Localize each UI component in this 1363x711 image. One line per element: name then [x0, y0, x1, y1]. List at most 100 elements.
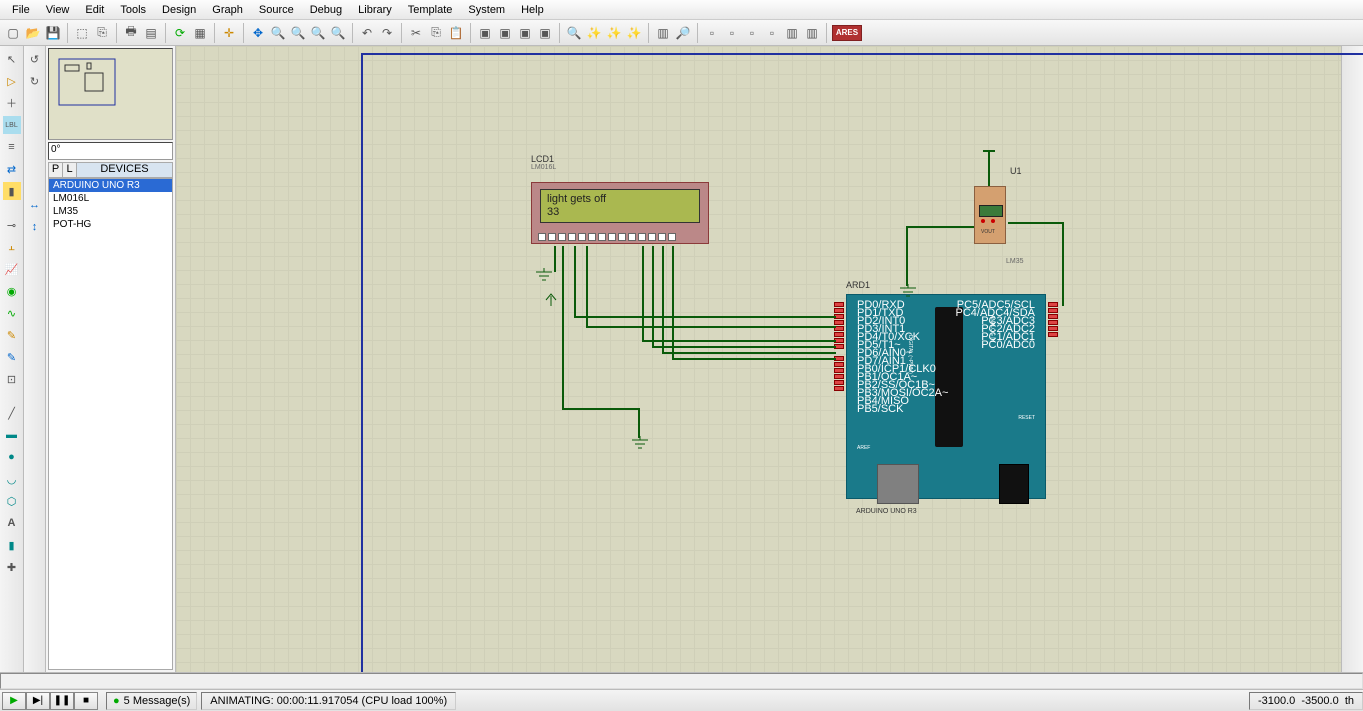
scrollbar-h[interactable] — [0, 672, 1363, 689]
redo-icon[interactable]: ↷ — [378, 24, 396, 42]
sheet2-icon[interactable]: ▫ — [723, 24, 741, 42]
menu-graph[interactable]: Graph — [204, 2, 251, 18]
pick-icon[interactable]: 🔍 — [565, 24, 583, 42]
preview-icon[interactable]: ▤ — [142, 24, 160, 42]
open-icon[interactable]: 📂 — [24, 24, 42, 42]
zoom-area-icon[interactable]: 🔍 — [329, 24, 347, 42]
devices-list[interactable]: ARDUINO UNO R3LM016LLM35POT-HG — [48, 178, 173, 670]
arduino-ref-label: ARD1 — [846, 280, 870, 290]
symbol-icon[interactable]: ▮ — [3, 536, 21, 554]
report-icon[interactable]: ▥ — [783, 24, 801, 42]
menu-edit[interactable]: Edit — [77, 2, 112, 18]
libraries-button[interactable]: L — [63, 163, 77, 177]
menu-debug[interactable]: Debug — [302, 2, 350, 18]
bus-icon[interactable]: ⇄ — [3, 160, 21, 178]
menu-tools[interactable]: Tools — [112, 2, 154, 18]
sheet4-icon[interactable]: ▫ — [763, 24, 781, 42]
undo-icon[interactable]: ↶ — [358, 24, 376, 42]
u1-vout-label: VOUT — [981, 229, 995, 235]
rot-ccw-icon[interactable]: ↺ — [26, 50, 44, 68]
schematic-canvas[interactable]: LCD1 LM016L light gets off 33 ARD1 PD0/R… — [176, 46, 1341, 672]
generator-icon[interactable]: ∿ — [3, 304, 21, 322]
device-item[interactable]: ARDUINO UNO R3 — [49, 179, 172, 192]
device-item[interactable]: POT-HG — [49, 218, 172, 231]
block-del-icon[interactable]: ▣ — [536, 24, 554, 42]
bom-icon[interactable]: ▥ — [803, 24, 821, 42]
zoom-all-icon[interactable]: 🔍 — [309, 24, 327, 42]
wand3-icon[interactable]: ✨ — [625, 24, 643, 42]
marker-icon[interactable]: ✚ — [3, 558, 21, 576]
pan-icon[interactable]: ✥ — [249, 24, 267, 42]
menu-library[interactable]: Library — [350, 2, 400, 18]
mode-toolbar: ↖ ▷ ＋ LBL ≡ ⇄ ▮ ⊸ ⫠ 📈 ◉ ∿ ✎ ✎ ⊡ ╱ ▬ ● ◡ … — [0, 46, 24, 672]
messages-status[interactable]: ●5 Message(s) — [106, 692, 197, 710]
menu-source[interactable]: Source — [251, 2, 302, 18]
path-icon[interactable]: ⬡ — [3, 492, 21, 510]
pause-button[interactable]: ❚❚ — [50, 692, 74, 710]
cut-icon[interactable]: ✂ — [407, 24, 425, 42]
lib-icon[interactable]: ▥ — [654, 24, 672, 42]
graph-icon[interactable]: 📈 — [3, 260, 21, 278]
tape-icon[interactable]: ◉ — [3, 282, 21, 300]
text2-icon[interactable]: A — [3, 514, 21, 532]
menu-design[interactable]: Design — [154, 2, 204, 18]
rot-cw-icon[interactable]: ↻ — [26, 72, 44, 90]
area-icon[interactable]: ⬚ — [73, 24, 91, 42]
block-copy-icon[interactable]: ▣ — [476, 24, 494, 42]
lcd-component[interactable]: light gets off 33 — [531, 182, 709, 244]
save-icon[interactable]: 💾 — [44, 24, 62, 42]
play-button[interactable]: ▶ — [2, 692, 26, 710]
angle-input[interactable]: 0° — [48, 142, 173, 160]
origin-icon[interactable]: ✛ — [220, 24, 238, 42]
arc-icon[interactable]: ◡ — [3, 470, 21, 488]
component-icon[interactable]: ▷ — [3, 72, 21, 90]
sheet3-icon[interactable]: ▫ — [743, 24, 761, 42]
menu-file[interactable]: File — [4, 2, 38, 18]
menu-help[interactable]: Help — [513, 2, 552, 18]
paste-icon[interactable]: 📋 — [447, 24, 465, 42]
menu-template[interactable]: Template — [400, 2, 461, 18]
step-button[interactable]: ▶| — [26, 692, 50, 710]
u1-ref-label: U1 — [1010, 166, 1022, 176]
new-icon[interactable]: ▢ — [4, 24, 22, 42]
device-item[interactable]: LM016L — [49, 192, 172, 205]
zoom-in-icon[interactable]: 🔍 — [269, 24, 287, 42]
line-icon[interactable]: ╱ — [3, 404, 21, 422]
wand2-icon[interactable]: ✨ — [605, 24, 623, 42]
grid-icon[interactable]: ▦ — [191, 24, 209, 42]
flip-v-icon[interactable]: ↕ — [26, 218, 44, 236]
label-icon[interactable]: LBL — [3, 116, 21, 134]
wand-icon[interactable]: ✨ — [585, 24, 603, 42]
junction-icon[interactable]: ＋ — [3, 94, 21, 112]
text-icon[interactable]: ≡ — [3, 138, 21, 156]
menu-system[interactable]: System — [460, 2, 513, 18]
arduino-component[interactable]: PD0/RXDPD1/TXDPD2/INT0PD3/INT1PD4/T0/XCK… — [846, 294, 1046, 499]
block-rot-icon[interactable]: ▣ — [516, 24, 534, 42]
pick-parts-button[interactable]: P — [49, 163, 63, 177]
block-move-icon[interactable]: ▣ — [496, 24, 514, 42]
box-icon[interactable]: ▬ — [3, 426, 21, 444]
probe-v-icon[interactable]: ✎ — [3, 326, 21, 344]
pin-icon[interactable]: ⫠ — [3, 238, 21, 256]
terminal-icon[interactable]: ⊸ — [3, 216, 21, 234]
instrument-icon[interactable]: ⊡ — [3, 370, 21, 388]
sheet1-icon[interactable]: ▫ — [703, 24, 721, 42]
flip-h-icon[interactable]: ↔ — [26, 196, 44, 214]
overview-panel[interactable] — [48, 48, 173, 140]
print-icon[interactable]: 🖶 — [122, 24, 140, 42]
probe-i-icon[interactable]: ✎ — [3, 348, 21, 366]
ares-button[interactable]: ARES — [832, 25, 862, 41]
u1-part-label: LM35 — [1006, 258, 1024, 265]
zoom-out-icon[interactable]: 🔍 — [289, 24, 307, 42]
circle-icon[interactable]: ● — [3, 448, 21, 466]
copy-icon[interactable]: ⎘ — [93, 24, 111, 42]
u1-component[interactable]: VOUT — [974, 186, 1006, 244]
find-icon[interactable]: 🔎 — [674, 24, 692, 42]
menu-view[interactable]: View — [38, 2, 78, 18]
device-item[interactable]: LM35 — [49, 205, 172, 218]
select-icon[interactable]: ↖ — [3, 50, 21, 68]
stop-button[interactable]: ■ — [74, 692, 98, 710]
subcircuit-icon[interactable]: ▮ — [3, 182, 21, 200]
copy2-icon[interactable]: ⎘ — [427, 24, 445, 42]
refresh-icon[interactable]: ⟳ — [171, 24, 189, 42]
